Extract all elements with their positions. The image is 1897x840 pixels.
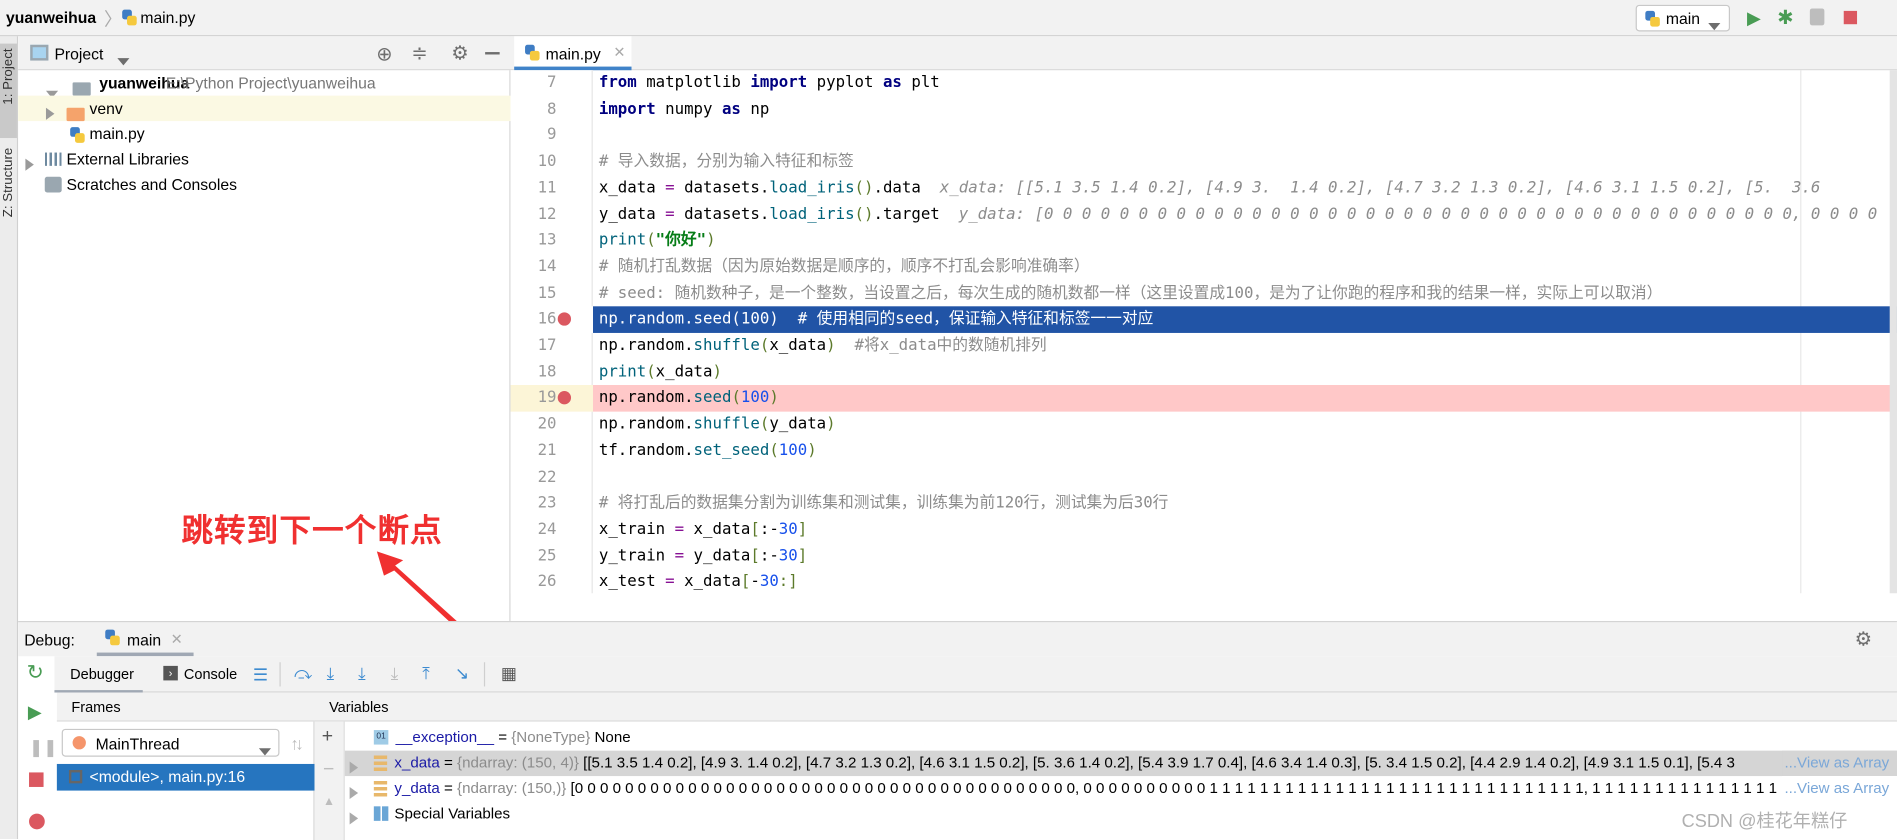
variable-row-y-data[interactable]: y_data = {ndarray: (150,)} [0 0 0 0 0 0 … (345, 776, 1897, 802)
variables-actions: + − ▲ (314, 721, 345, 840)
variable-eq: = (439, 754, 458, 772)
variable-value: None (594, 728, 631, 746)
step-over-icon[interactable]: ⤼ (294, 665, 312, 682)
evaluate-expression-icon[interactable]: ▦ (501, 665, 517, 682)
ide-window: yuanweihua 〉 main.py main ▶ ✱ 1: Project… (0, 0, 1897, 840)
debug-panel: Debug: main ✕ ⚙ ↻ Debugger › Console ☰ ⤼… (18, 621, 1897, 840)
tab-debugger[interactable]: Debugger (54, 656, 143, 693)
primitive-icon: 01 (373, 730, 389, 745)
chevron-right-icon[interactable] (349, 782, 359, 801)
frame-icon (68, 770, 83, 784)
step-into-icon[interactable]: ⤓ (327, 665, 335, 682)
move-up-icon[interactable]: ▲ (323, 794, 335, 811)
step-out-icon[interactable]: ⤒ (422, 665, 430, 682)
resume-icon[interactable]: ▶ (28, 703, 42, 722)
variable-value: [[5.1 3.5 1.4 0.2], [4.9 3. 1.4 0.2], [4… (583, 754, 1735, 772)
variable-name: y_data (394, 779, 440, 797)
variable-type: {ndarray: (150, 4)} (457, 754, 584, 772)
python-icon (104, 629, 120, 651)
thread-dropdown[interactable]: MainThread (61, 728, 280, 759)
thread-label: MainThread (95, 734, 180, 754)
view-breakpoints-icon[interactable] (29, 813, 45, 830)
next-frame-icon[interactable]: ↓ (295, 735, 303, 752)
gear-icon[interactable]: ⚙ (1855, 627, 1872, 651)
frame-label: <module>, main.py:16 (89, 767, 246, 786)
step-into-my-code-icon[interactable]: ⤓ (358, 665, 366, 682)
debug-label: Debug: (24, 630, 75, 649)
watermark: CSDN @桂花年糕仔 (1681, 811, 1848, 832)
variable-row-x-data[interactable]: x_data = {ndarray: (150, 4)} [[5.1 3.5 1… (344, 750, 1897, 777)
array-icon (373, 755, 388, 772)
debug-toolbar: Debugger › Console ☰ ⤼ ⤓ ⤓ ⤓ ⤒ ↘ ▦ (54, 656, 1897, 693)
toolbar-separator (483, 662, 486, 687)
tab-console[interactable]: › Console (161, 656, 246, 692)
special-variables-icon (373, 806, 389, 821)
variables-pane: Variables + − ▲ 01 __exception__ = {None… (314, 692, 1897, 840)
view-as-array-link[interactable]: ...View as Array (1782, 750, 1897, 777)
variable-name: __exception__ (395, 728, 494, 746)
frame-item[interactable]: <module>, main.py:16 (56, 763, 315, 791)
variables-header: Variables (314, 692, 1897, 722)
rerun-icon[interactable]: ↻ (27, 662, 44, 683)
chevron-down-icon (258, 741, 271, 759)
variable-name: Special Variables (394, 805, 511, 823)
variable-row-special[interactable]: Special Variables (345, 801, 1897, 826)
frames-pane: Frames MainThread ↑ ↓ <module>, main.py:… (56, 692, 315, 840)
tab-label: Console (183, 665, 238, 683)
remove-watch-icon[interactable]: − (323, 760, 334, 779)
variable-type: {NoneType} (511, 728, 595, 746)
thread-icon (72, 736, 86, 750)
variable-type: {ndarray: (150,)} (457, 779, 571, 797)
chevron-right-icon[interactable] (349, 757, 359, 776)
tab-label: Debugger (70, 665, 134, 683)
pause-icon[interactable]: ❚❚ (29, 739, 57, 756)
array-icon (373, 780, 388, 797)
frames-header: Frames (56, 692, 315, 722)
add-watch-icon[interactable]: + (322, 727, 333, 746)
chevron-right-icon[interactable] (349, 808, 359, 827)
session-tab-label: main (127, 630, 162, 649)
debug-header: Debug: main ✕ ⚙ (18, 622, 1897, 657)
force-step-into-icon[interactable]: ⤓ (391, 665, 399, 682)
variable-eq: = (493, 728, 512, 746)
run-to-cursor-icon[interactable]: ↘ (455, 665, 469, 682)
variable-value: [0 0 0 0 0 0 0 0 0 0 0 0 0 0 0 0 0 0 0 0… (570, 779, 1783, 797)
close-icon[interactable]: ✕ (171, 631, 183, 648)
variable-name: x_data (394, 754, 440, 772)
view-as-array-link[interactable]: ...View as Array (1782, 776, 1897, 802)
debug-session-tab[interactable]: main ✕ (96, 622, 194, 657)
variable-row-exception[interactable]: 01 __exception__ = {NoneType} None (345, 725, 1897, 750)
console-icon: › (163, 665, 178, 681)
variable-eq: = (439, 779, 458, 797)
stop-icon[interactable] (29, 772, 44, 787)
toolbar-separator (279, 662, 281, 687)
show-execution-point-icon[interactable]: ☰ (253, 666, 268, 683)
